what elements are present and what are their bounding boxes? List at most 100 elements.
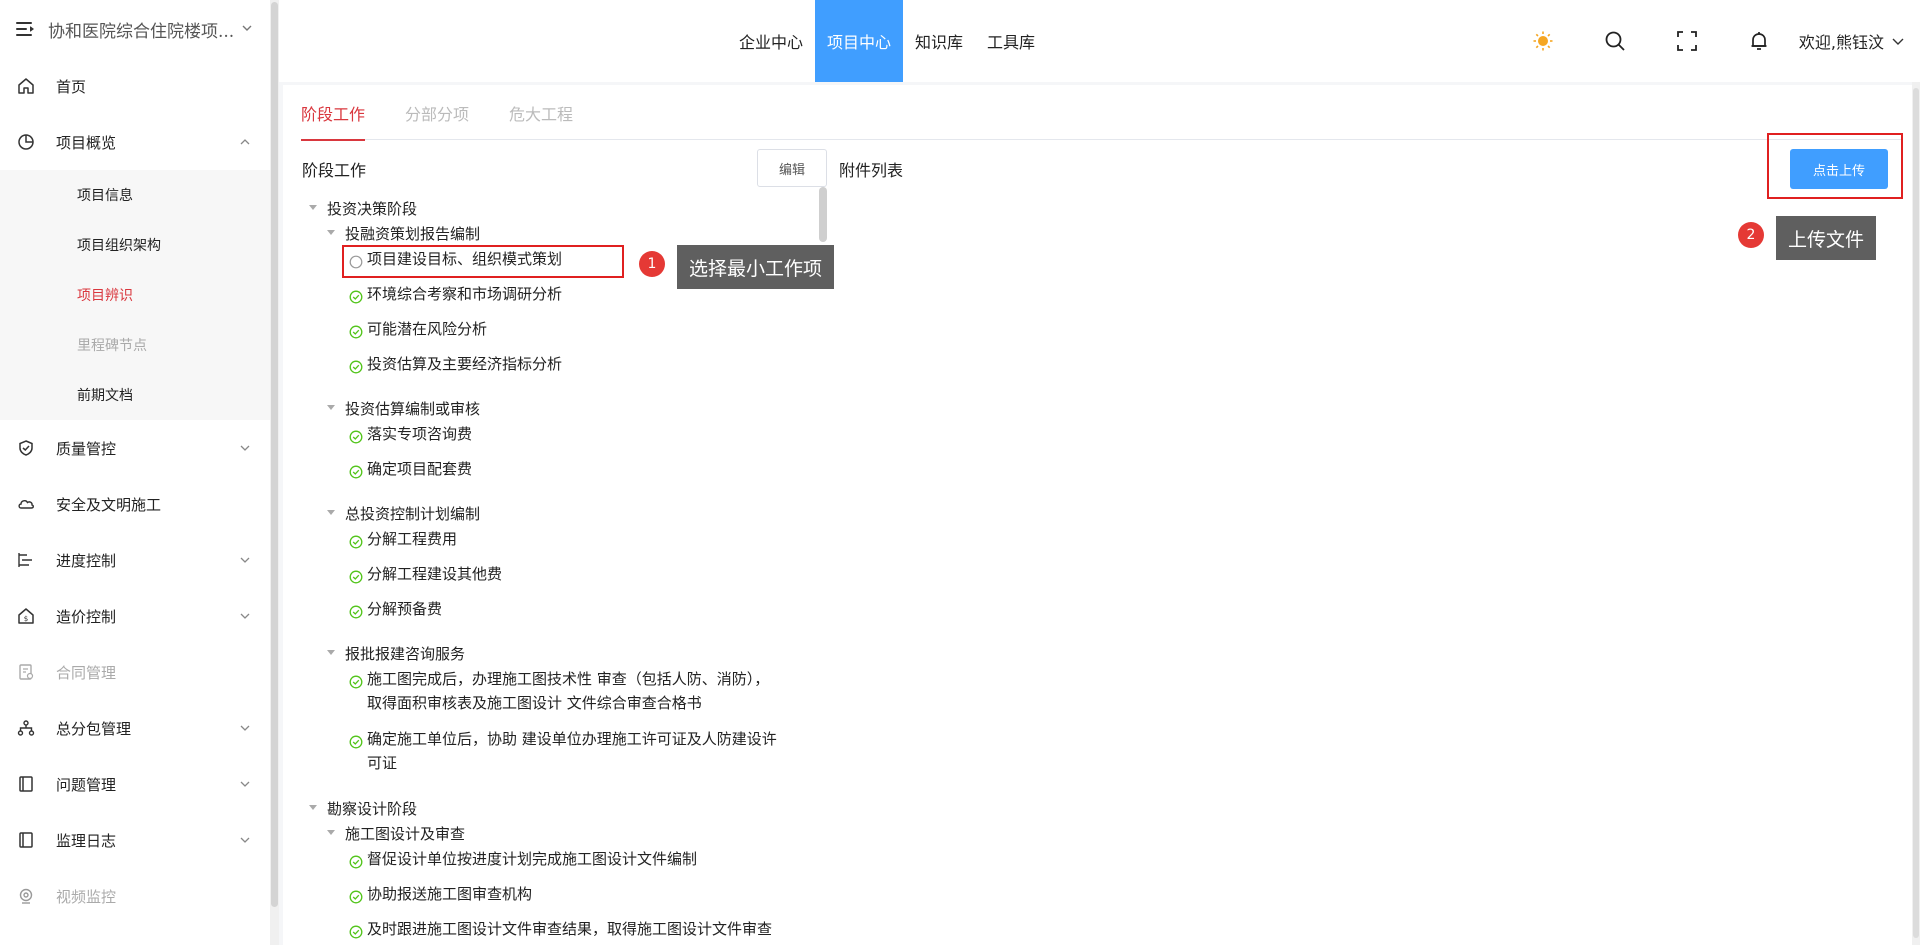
- sidebar-item-label: 造价控制: [56, 607, 117, 626]
- sidebar-item-home[interactable]: 首页: [0, 58, 270, 114]
- sidebar-item-project-overview[interactable]: 项目概览: [0, 114, 270, 170]
- sidebar-scrollbar-thumb[interactable]: [271, 2, 278, 907]
- sidebar-item-label: 合同管理: [56, 663, 117, 682]
- tree-group-node[interactable]: 投资估算编制或审核: [325, 397, 625, 421]
- tree-group-node[interactable]: 勘察设计阶段: [307, 797, 607, 821]
- tree-node-label: 施工图完成后，办理施工图技术性 审查（包括人防、消防），取得面积审核表及施工图设…: [367, 670, 770, 712]
- tree-group-node[interactable]: 投资决策阶段: [307, 197, 607, 221]
- tab-hazardous-works[interactable]: 危大工程: [509, 100, 573, 140]
- caret-down-icon[interactable]: [307, 197, 319, 221]
- caret-down-icon[interactable]: [325, 397, 337, 421]
- app-root: 协和医院综合住院楼项... 首页 项目概览 项目信息 项目组织架构 项目辨识 里…: [0, 0, 1920, 945]
- sidebar-item-safety[interactable]: 安全及文明施工: [0, 476, 270, 532]
- submenu-item-milestones[interactable]: 里程碑节点: [0, 320, 270, 370]
- tree-node-label: 协助报送施工图审查机构: [367, 885, 533, 903]
- submenu-item-org-structure[interactable]: 项目组织架构: [0, 220, 270, 270]
- tree-group-node[interactable]: 报批报建咨询服务: [325, 642, 625, 666]
- main-scrollbar[interactable]: [1912, 82, 1920, 945]
- top-bar: 企业中心 项目中心 知识库 工具库 欢迎,熊钰汶: [279, 0, 1920, 82]
- tree-node-label: 投资估算编制或审核: [345, 400, 481, 418]
- content-tabs: 阶段工作 分部分项 危大工程: [301, 100, 1901, 141]
- tree-node-label: 投资估算及主要经济指标分析: [367, 355, 563, 373]
- topnav-tab-project[interactable]: 项目中心: [815, 0, 904, 82]
- tree-leaf-node[interactable]: 可能潜在风险分析: [349, 317, 779, 341]
- submenu-item-project-identification[interactable]: 项目辨识: [0, 270, 270, 320]
- topnav-tab-tools[interactable]: 工具库: [975, 0, 1047, 82]
- theme-sun-icon[interactable]: [1507, 0, 1579, 82]
- tree-node-label: 环境综合考察和市场调研分析: [367, 285, 563, 303]
- org-tree-icon: [16, 718, 36, 738]
- tree-leaf-node[interactable]: 协助报送施工图审查机构: [349, 882, 779, 906]
- caret-down-icon[interactable]: [325, 222, 337, 246]
- tree-scrollbar-thumb[interactable]: [819, 187, 827, 242]
- tree-leaf-node[interactable]: 落实专项咨询费: [349, 422, 779, 446]
- chevron-down-icon[interactable]: [1892, 32, 1904, 51]
- top-nav: 企业中心 项目中心 知识库 工具库: [727, 0, 1047, 82]
- check-circle-icon: [349, 287, 363, 304]
- welcome-user[interactable]: 欢迎,熊钰汶: [1799, 29, 1884, 53]
- tree-node-label: 总投资控制计划编制: [345, 505, 481, 523]
- tree-node-label: 督促设计单位按进度计划完成施工图设计文件编制: [367, 850, 698, 868]
- tree-leaf-node[interactable]: 分解工程建设其他费: [349, 562, 779, 586]
- sidebar-item-cost[interactable]: $ 造价控制: [0, 588, 270, 644]
- tree-group-node[interactable]: 总投资控制计划编制: [325, 502, 625, 526]
- caret-down-icon[interactable]: [307, 797, 319, 821]
- chevron-down-icon: [240, 835, 250, 845]
- tab-stage-work[interactable]: 阶段工作: [301, 100, 366, 141]
- tree-node-label: 投资决策阶段: [327, 200, 418, 218]
- sidebar-scrollbar[interactable]: [270, 0, 279, 945]
- tree-node-label: 分解工程建设其他费: [367, 565, 503, 583]
- tree-leaf-node[interactable]: 施工图完成后，办理施工图技术性 审查（包括人防、消防），取得面积审核表及施工图设…: [349, 667, 779, 715]
- main-scrollbar-thumb[interactable]: [1913, 88, 1919, 938]
- tree-node-label: 落实专项咨询费: [367, 425, 473, 443]
- topnav-tab-knowledge[interactable]: 知识库: [903, 0, 975, 82]
- sidebar-item-contract[interactable]: 合同管理: [0, 644, 270, 700]
- book-icon: [16, 774, 36, 794]
- topnav-tab-enterprise[interactable]: 企业中心: [727, 0, 815, 82]
- sidebar-item-progress[interactable]: 进度控制: [0, 532, 270, 588]
- sidebar-item-label: 首页: [56, 77, 87, 96]
- tree-leaf-node[interactable]: 确定项目配套费: [349, 457, 779, 481]
- chevron-down-icon[interactable]: [242, 22, 252, 36]
- search-icon[interactable]: [1579, 0, 1651, 82]
- submenu-project-overview: 项目信息 项目组织架构 项目辨识 里程碑节点 前期文档: [0, 170, 270, 420]
- svg-text:$: $: [24, 615, 28, 623]
- tree-group-node[interactable]: 施工图设计及审查: [325, 822, 625, 846]
- sidebar-item-label: 问题管理: [56, 775, 117, 794]
- sidebar-item-label: 项目概览: [56, 133, 117, 152]
- check-circle-icon: [349, 567, 363, 584]
- annotation-badge: 1: [639, 251, 665, 277]
- sidebar-item-quality[interactable]: 质量管控: [0, 420, 270, 476]
- tree-node-label: 确定施工单位后，协助 建设单位办理施工许可证及人防建设许可证: [367, 730, 777, 772]
- annotation-highlight-box: [1767, 133, 1903, 199]
- edit-button[interactable]: 编辑: [757, 149, 827, 187]
- caret-down-icon[interactable]: [325, 502, 337, 526]
- tab-sub-items[interactable]: 分部分项: [405, 100, 469, 140]
- sidebar-item-subcontract[interactable]: 总分包管理: [0, 700, 270, 756]
- tree-group-node[interactable]: 投融资策划报告编制: [325, 222, 625, 246]
- contract-icon: [16, 662, 36, 682]
- pie-chart-icon: [16, 132, 36, 152]
- chevron-down-icon: [240, 779, 250, 789]
- sidebar: 协和医院综合住院楼项... 首页 项目概览 项目信息 项目组织架构 项目辨识 里…: [0, 0, 270, 945]
- tree-leaf-node[interactable]: 及时跟进施工图设计文件审查结果，取得施工图设计文件审查: [349, 917, 779, 941]
- tree-leaf-node[interactable]: 投资估算及主要经济指标分析: [349, 352, 779, 376]
- tree-leaf-node[interactable]: 督促设计单位按进度计划完成施工图设计文件编制: [349, 847, 779, 871]
- sidebar-header[interactable]: 协和医院综合住院楼项...: [0, 0, 270, 58]
- sidebar-item-label: 安全及文明施工: [56, 495, 162, 514]
- house-dollar-icon: $: [16, 606, 36, 626]
- sidebar-item-issues[interactable]: 问题管理: [0, 756, 270, 812]
- caret-down-icon[interactable]: [325, 822, 337, 846]
- caret-down-icon[interactable]: [325, 642, 337, 666]
- fullscreen-icon[interactable]: [1651, 0, 1723, 82]
- submenu-item-preliminary-docs[interactable]: 前期文档: [0, 370, 270, 420]
- bell-icon[interactable]: [1723, 0, 1795, 82]
- sidebar-item-video[interactable]: 视频监控: [0, 868, 270, 924]
- tree-leaf-node[interactable]: 确定施工单位后，协助 建设单位办理施工许可证及人防建设许可证: [349, 727, 779, 775]
- tree-leaf-node[interactable]: 分解工程费用: [349, 527, 779, 551]
- tree-leaf-node[interactable]: 分解预备费: [349, 597, 779, 621]
- check-circle-icon: [349, 602, 363, 619]
- menu-fold-icon[interactable]: [16, 21, 36, 37]
- sidebar-item-supervision-log[interactable]: 监理日志: [0, 812, 270, 868]
- submenu-item-project-info[interactable]: 项目信息: [0, 170, 270, 220]
